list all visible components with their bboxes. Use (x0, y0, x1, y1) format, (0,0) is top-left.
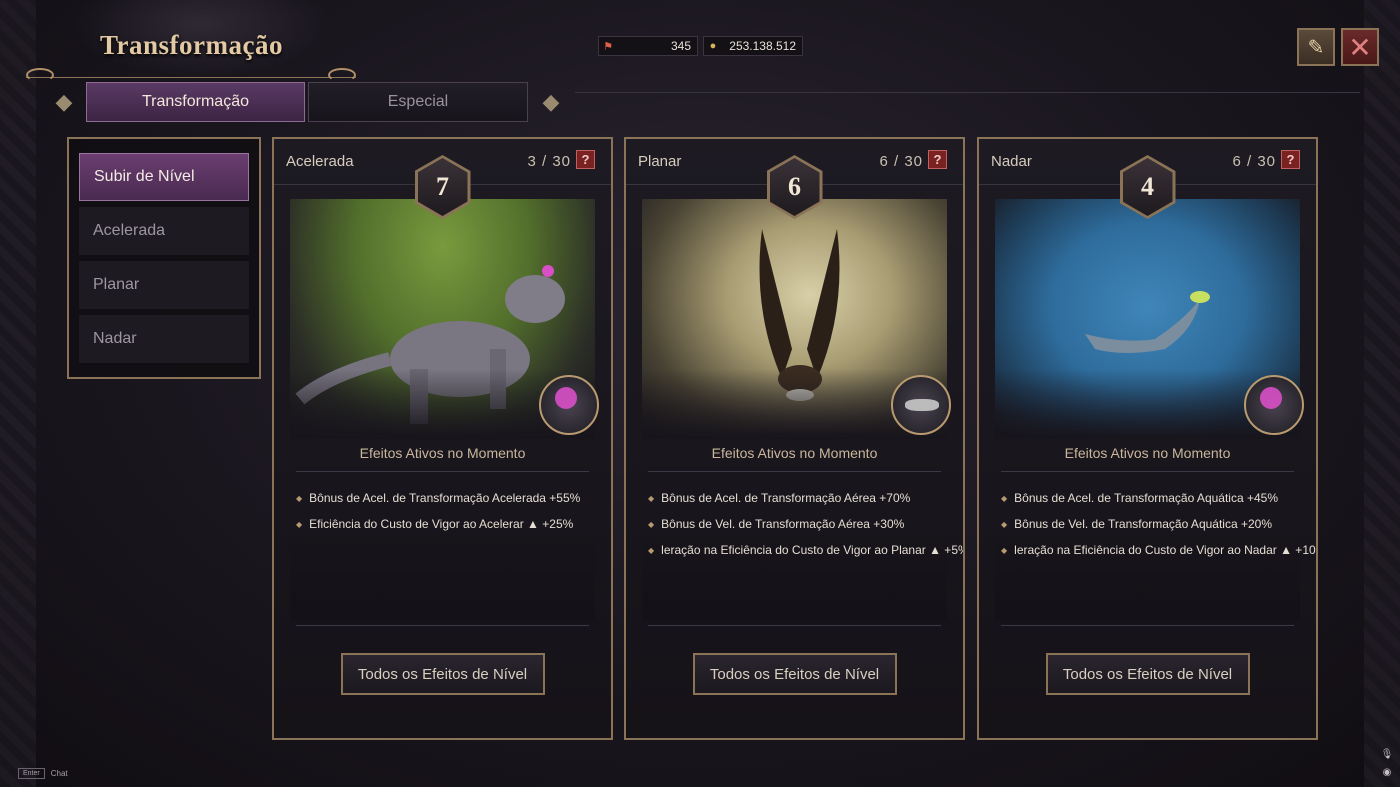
all-level-effects-button[interactable]: Todos os Efeitos de Nível (340, 653, 545, 695)
diamond-bullet-icon: ◆ (1001, 519, 1008, 529)
effects-title: Efeitos Ativos no Momento (1064, 445, 1231, 461)
diamond-bullet-icon: ◆ (296, 519, 303, 529)
sidebar-item-nadar[interactable]: Nadar (79, 315, 249, 363)
effect-item: ◆ leração na Eficiência do Custo de Vigor… (648, 537, 963, 563)
transformation-card-acelerada: Acelerada 3 / 30 ? 7 Efeitos Ativos no M… (272, 137, 613, 740)
title-ornament (26, 66, 356, 82)
currency-tokens: ⚑ 345 (598, 36, 698, 56)
effects-list: ◆ Bônus de Acel. de Transformação Aquátic… (1001, 485, 1316, 563)
tab-transformacao[interactable]: Transformação (86, 82, 305, 122)
card-progress: 6 / 30 (1232, 153, 1276, 170)
divider (1001, 625, 1294, 626)
transformation-card-planar: Planar 6 / 30 ? 6 Efeitos Ativos no Mome… (624, 137, 965, 740)
card-name: Nadar (991, 153, 1032, 170)
help-icon[interactable]: ? (928, 150, 947, 169)
effect-text: Eficiência do Custo de Vigor ao Acelerar… (309, 517, 574, 531)
header-divider (575, 92, 1360, 93)
chat-hint[interactable]: Enter Chat (18, 768, 68, 779)
level-value: 4 (1122, 158, 1173, 216)
effect-text: Bônus de Vel. de Transformação Aquática … (1014, 517, 1272, 531)
red-flag-icon: ⚑ (603, 40, 613, 53)
microphone-icon[interactable]: 🎙 (1380, 746, 1394, 764)
close-button[interactable]: ✕ (1341, 28, 1379, 66)
book-icon: ✎ (1307, 36, 1325, 59)
effect-item: ◆ Bônus de Acel. de Transformação Acelera… (296, 485, 611, 511)
divider (648, 471, 941, 472)
glow-icon (555, 387, 577, 409)
effect-item: ◆ Bônus de Vel. de Transformação Aérea +3… (648, 511, 963, 537)
tab-especial[interactable]: Especial (308, 82, 528, 122)
card-progress: 3 / 30 (527, 153, 571, 170)
right-border-decoration (1364, 0, 1400, 787)
all-level-effects-button[interactable]: Todos os Efeitos de Nível (1045, 653, 1250, 695)
sidebar-item-planar[interactable]: Planar (79, 261, 249, 309)
seal-mount-icon[interactable] (1244, 375, 1304, 435)
currency-silver: ● 253.138.512 (703, 36, 803, 56)
card-name: Acelerada (286, 153, 354, 170)
effect-text: Bônus de Acel. de Transformação Acelerad… (309, 491, 581, 505)
effects-title: Efeitos Ativos no Momento (359, 445, 526, 461)
effects-title: Efeitos Ativos no Momento (711, 445, 878, 461)
sidebar-item-subir-de-nivel[interactable]: Subir de Nível (79, 153, 249, 201)
tab-bar: ◆ Transformação Especial ◆ (40, 80, 575, 124)
effect-item: ◆ Bônus de Vel. de Transformação Aquática… (1001, 511, 1316, 537)
effect-item: ◆ Eficiência do Custo de Vigor ao Acelera… (296, 511, 611, 537)
currency-silver-value: 253.138.512 (729, 39, 796, 53)
effect-item: ◆ Bônus de Acel. de Transformação Aquátic… (1001, 485, 1316, 511)
effects-list: ◆ Bônus de Acel. de Transformação Aérea +… (648, 485, 963, 563)
effect-text: Bônus de Acel. de Transformação Aquática… (1014, 491, 1278, 505)
card-progress: 6 / 30 (879, 153, 923, 170)
effect-text: Bônus de Acel. de Transformação Aérea +7… (661, 491, 911, 505)
level-value: 7 (417, 158, 468, 216)
effect-item: ◆ Bônus de Acel. de Transformação Aérea +… (648, 485, 963, 511)
help-icon[interactable]: ? (576, 150, 595, 169)
diamond-bullet-icon: ◆ (648, 493, 655, 503)
wing-icon (905, 399, 939, 411)
sidebar-item-acelerada[interactable]: Acelerada (79, 207, 249, 255)
diamond-bullet-icon: ◆ (648, 519, 655, 529)
card-name: Planar (638, 153, 682, 170)
divider (648, 625, 941, 626)
effect-text: Bônus de Vel. de Transformação Aérea +30… (661, 517, 905, 531)
level-value: 6 (769, 158, 820, 216)
diamond-bullet-icon: ◆ (648, 545, 655, 555)
enter-key-badge: Enter (18, 768, 45, 779)
guide-button[interactable]: ✎ (1297, 28, 1335, 66)
effects-background (290, 535, 595, 621)
help-icon[interactable]: ? (1281, 150, 1300, 169)
glow-icon (1260, 387, 1282, 409)
effect-text: leração na Eficiência do Custo de Vigor … (661, 543, 963, 557)
currency-tokens-value: 345 (670, 39, 691, 53)
divider (1001, 471, 1294, 472)
tab-prev-icon[interactable]: ◆ (40, 80, 88, 124)
left-border-decoration (0, 0, 36, 787)
divider (296, 471, 589, 472)
silver-coin-icon: ● (709, 40, 717, 52)
leopard-mount-icon[interactable] (539, 375, 599, 435)
all-level-effects-button[interactable]: Todos os Efeitos de Nível (692, 653, 897, 695)
effect-text: leração na Eficiência do Custo de Vigor … (1014, 543, 1316, 557)
effects-list: ◆ Bônus de Acel. de Transformação Acelera… (296, 485, 611, 537)
page-title: Transformação (100, 30, 283, 60)
transformation-card-nadar: Nadar 6 / 30 ? 4 Efeitos Ativos no Momen… (977, 137, 1318, 740)
tab-next-icon[interactable]: ◆ (527, 80, 575, 124)
effect-item: ◆ leração na Eficiência do Custo de Vigor… (1001, 537, 1316, 563)
diamond-bullet-icon: ◆ (1001, 493, 1008, 503)
diamond-bullet-icon: ◆ (296, 493, 303, 503)
sidebar: Subir de Nível Acelerada Planar Nadar (67, 137, 261, 379)
close-icon: ✕ (1348, 30, 1372, 64)
eagle-mount-icon[interactable] (891, 375, 951, 435)
chat-label: Chat (50, 769, 68, 778)
corner-controls: 🎙 ◉ (1380, 746, 1394, 782)
settings-icon[interactable]: ◉ (1380, 764, 1394, 782)
diamond-bullet-icon: ◆ (1001, 545, 1008, 555)
divider (296, 625, 589, 626)
